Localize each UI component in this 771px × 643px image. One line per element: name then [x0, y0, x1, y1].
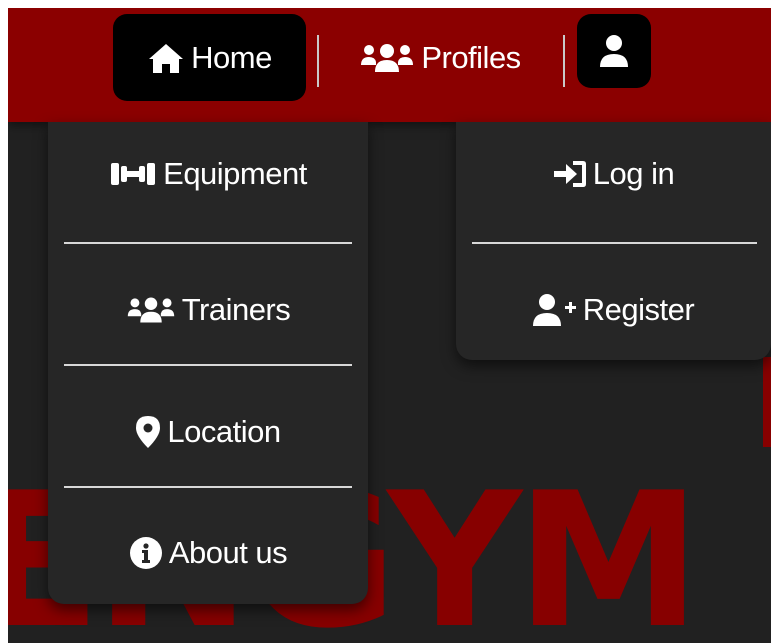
users-icon	[359, 41, 415, 75]
map-marker-icon	[135, 415, 161, 449]
top-navbar: Home Profiles	[8, 8, 771, 122]
menu-item-register[interactable]: Register	[456, 280, 771, 340]
menu-item-location[interactable]: Location	[48, 402, 368, 462]
dumbbell-icon	[109, 160, 157, 188]
menu-divider	[64, 364, 352, 366]
nav-home-label: Home	[191, 39, 272, 75]
user-plus-icon	[532, 293, 577, 327]
app-screen: ENGYM Home Profiles	[8, 8, 771, 643]
account-dropdown-menu: Log in Register	[456, 122, 771, 360]
menu-item-label: Location	[167, 414, 281, 449]
menu-item-about-us[interactable]: About us	[48, 523, 368, 583]
menu-item-label: Log in	[592, 156, 675, 191]
menu-divider	[64, 242, 352, 244]
nav-separator	[563, 35, 565, 87]
menu-item-label: Equipment	[163, 156, 307, 191]
nav-separator	[317, 35, 319, 87]
menu-item-label: Register	[582, 292, 695, 327]
nav-profiles-button[interactable]: Profiles	[340, 14, 540, 101]
users-icon	[126, 294, 176, 326]
info-circle-icon	[129, 536, 163, 570]
nav-home-button[interactable]: Home	[113, 14, 306, 101]
menu-item-equipment[interactable]: Equipment	[48, 144, 368, 204]
menu-divider	[472, 242, 757, 244]
menu-divider	[64, 486, 352, 488]
menu-item-trainers[interactable]: Trainers	[48, 280, 368, 340]
home-icon	[147, 41, 185, 75]
user-icon	[599, 34, 629, 68]
nav-profiles-label: Profiles	[421, 39, 521, 75]
menu-item-log-in[interactable]: Log in	[456, 144, 771, 204]
background-red-stripe	[763, 357, 771, 447]
menu-item-label: Trainers	[181, 292, 291, 327]
menu-item-label: About us	[168, 535, 288, 570]
account-menu-button[interactable]	[577, 14, 651, 88]
profiles-dropdown-menu: Equipment Trainers Location About us	[48, 122, 368, 604]
sign-in-icon	[553, 159, 587, 189]
